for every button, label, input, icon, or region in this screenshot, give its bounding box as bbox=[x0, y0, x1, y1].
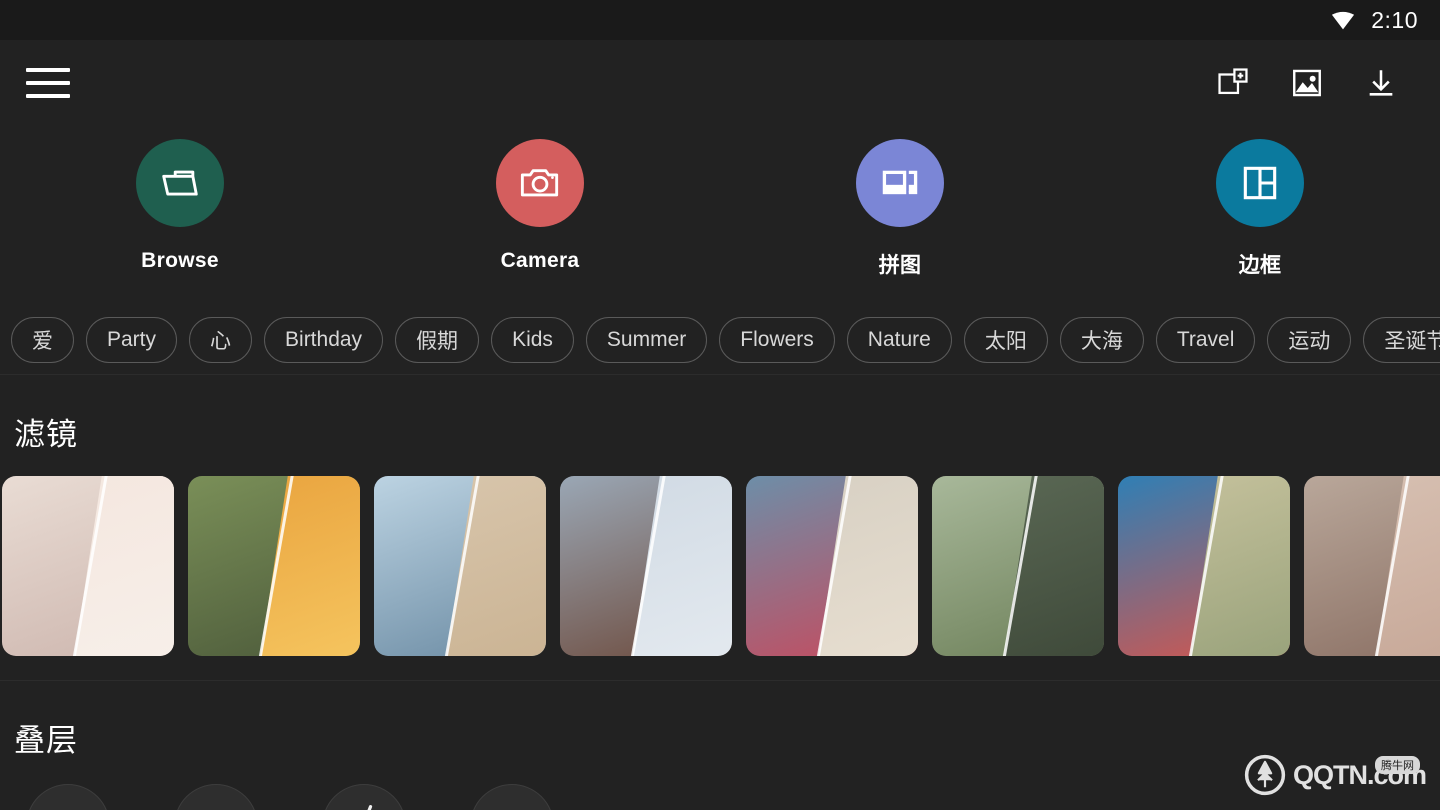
action-camera-label: Camera bbox=[500, 249, 580, 272]
section-title-overlays: 叠层 bbox=[14, 723, 78, 758]
tag-chip[interactable]: Summer bbox=[585, 316, 708, 363]
overlay-thumb-3[interactable] bbox=[322, 784, 406, 810]
filter-thumb-7[interactable] bbox=[1118, 476, 1290, 656]
wifi-icon bbox=[1332, 11, 1355, 30]
action-browse-circle bbox=[136, 139, 224, 227]
filter-thumb-2[interactable] bbox=[188, 476, 360, 656]
action-browse-label: Browse bbox=[141, 249, 219, 272]
filter-thumb-8[interactable] bbox=[1304, 476, 1440, 656]
filter-thumb-1[interactable] bbox=[2, 476, 174, 656]
hamburger-line bbox=[26, 67, 70, 72]
watermark: QQTN.com 腾牛网 bbox=[1244, 754, 1427, 796]
collage-icon bbox=[882, 170, 918, 195]
overlay-thumbnail-row[interactable] bbox=[0, 784, 1440, 810]
overlay-thumb-2[interactable] bbox=[174, 784, 258, 810]
top-toolbar bbox=[0, 40, 1440, 125]
tag-chip[interactable]: Birthday bbox=[264, 316, 384, 363]
tag-chip[interactable]: Nature bbox=[846, 316, 952, 363]
camera-icon bbox=[520, 169, 559, 197]
tag-chip[interactable]: Party bbox=[86, 316, 178, 363]
double-heart-icon bbox=[42, 798, 94, 810]
tag-chip[interactable]: Flowers bbox=[719, 316, 835, 363]
app-root: 2:10 Browse Camera 拼图 边框 爱 Party 心 Birth… bbox=[0, 0, 1440, 810]
filter-thumbnail-row[interactable] bbox=[0, 476, 1440, 656]
overlay-thumb-4[interactable] bbox=[470, 784, 554, 810]
tag-chip[interactable]: 大海 bbox=[1059, 316, 1144, 363]
hamburger-line bbox=[26, 80, 70, 85]
tag-chip[interactable]: 心 bbox=[189, 316, 253, 363]
action-buttons-row: Browse Camera 拼图 边框 bbox=[0, 125, 1440, 279]
qqtn-logo-icon bbox=[1244, 754, 1286, 796]
add-new-icon[interactable] bbox=[1216, 66, 1250, 100]
frame-grid-icon bbox=[1243, 166, 1277, 200]
hamburger-menu-icon[interactable] bbox=[26, 67, 70, 98]
gallery-image-icon[interactable] bbox=[1290, 66, 1324, 100]
action-frame-label: 边框 bbox=[1238, 254, 1282, 277]
action-camera-circle bbox=[496, 139, 584, 227]
bokeh-circle-icon bbox=[486, 798, 538, 810]
status-bar-clock: 2:10 bbox=[1371, 6, 1418, 33]
double-heart-icon bbox=[190, 798, 242, 810]
filter-thumb-4[interactable] bbox=[560, 476, 732, 656]
toolbar-icon-group bbox=[1216, 66, 1416, 100]
filter-thumb-5[interactable] bbox=[746, 476, 918, 656]
section-title-filters: 滤镜 bbox=[14, 417, 78, 452]
action-collage-label: 拼图 bbox=[878, 254, 922, 277]
tag-chip[interactable]: Kids bbox=[491, 316, 574, 363]
status-bar: 2:10 bbox=[0, 0, 1440, 40]
action-frame[interactable]: 边框 bbox=[1080, 139, 1440, 279]
tag-chip[interactable]: 运动 bbox=[1267, 316, 1352, 363]
download-icon[interactable] bbox=[1364, 66, 1398, 100]
watermark-badge: 腾牛网 bbox=[1375, 755, 1420, 774]
tag-chip[interactable]: 太阳 bbox=[963, 316, 1048, 363]
tag-chip[interactable]: 假期 bbox=[395, 316, 480, 363]
action-collage-circle bbox=[856, 139, 944, 227]
folder-icon bbox=[162, 170, 198, 196]
light-streak-icon bbox=[338, 798, 390, 810]
tag-chip[interactable]: Travel bbox=[1155, 316, 1256, 363]
overlay-thumb-1[interactable] bbox=[26, 784, 110, 810]
action-browse[interactable]: Browse bbox=[0, 139, 360, 273]
filter-thumb-3[interactable] bbox=[374, 476, 546, 656]
tag-chip[interactable]: 圣诞节 bbox=[1363, 316, 1440, 363]
filter-thumb-6[interactable] bbox=[932, 476, 1104, 656]
tag-chip-row[interactable]: 爱 Party 心 Birthday 假期 Kids Summer Flowers Nature… bbox=[0, 305, 1440, 375]
watermark-text: QQTN bbox=[1292, 759, 1368, 790]
hamburger-line bbox=[26, 93, 70, 98]
action-camera[interactable]: Camera bbox=[360, 139, 720, 273]
action-collage[interactable]: 拼图 bbox=[720, 139, 1080, 279]
action-frame-circle bbox=[1216, 139, 1304, 227]
tag-chip[interactable]: 爱 bbox=[11, 316, 74, 363]
